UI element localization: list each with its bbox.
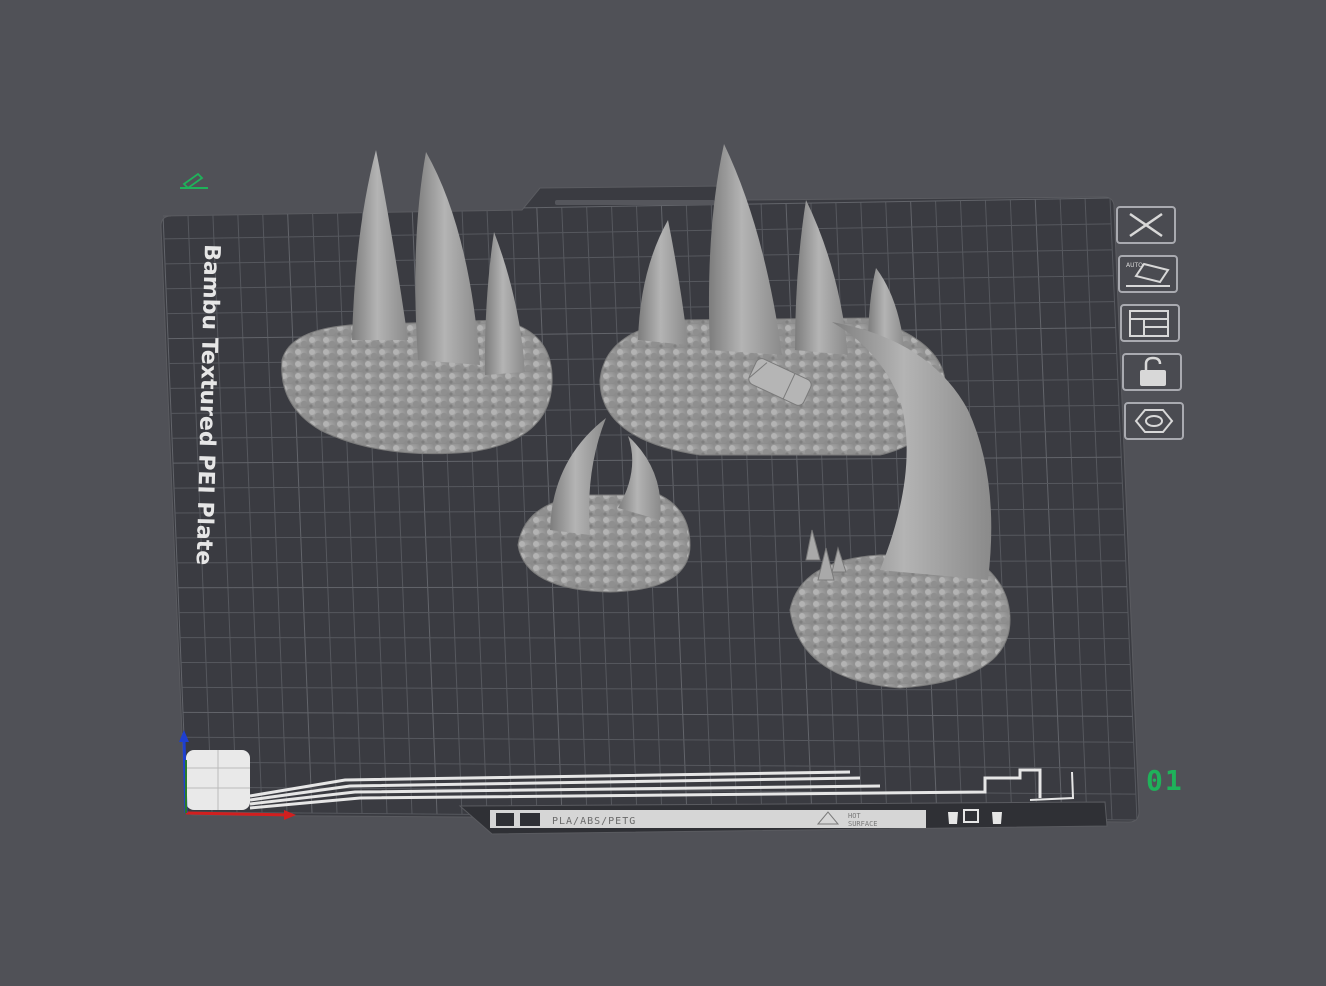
plate-settings-button[interactable] (1124, 402, 1184, 440)
hot-warning-line1: HOT (848, 812, 861, 820)
remove-plate-button[interactable] (1116, 206, 1176, 244)
lock-plate-button[interactable] (1122, 353, 1182, 391)
plate-info-strip: PLA/ABS/PETG HOT SURFACE (490, 809, 1002, 828)
plate-toolbar: AUTO (1116, 206, 1184, 440)
plate-number: 01 (1146, 764, 1184, 797)
pencil-icon[interactable] (180, 172, 208, 190)
filament-compat-label: PLA/ABS/PETG (552, 816, 636, 827)
hot-warning-line2: SURFACE (848, 820, 878, 828)
bed-origin-marker (186, 750, 250, 810)
arrange-button[interactable] (1120, 304, 1180, 342)
3d-viewport[interactable]: Bambu Textured PEI Plate PLA/ABS/PETG HO… (0, 0, 1326, 986)
auto-orient-button[interactable]: AUTO (1118, 255, 1178, 293)
plate-handle-slot (555, 200, 715, 205)
